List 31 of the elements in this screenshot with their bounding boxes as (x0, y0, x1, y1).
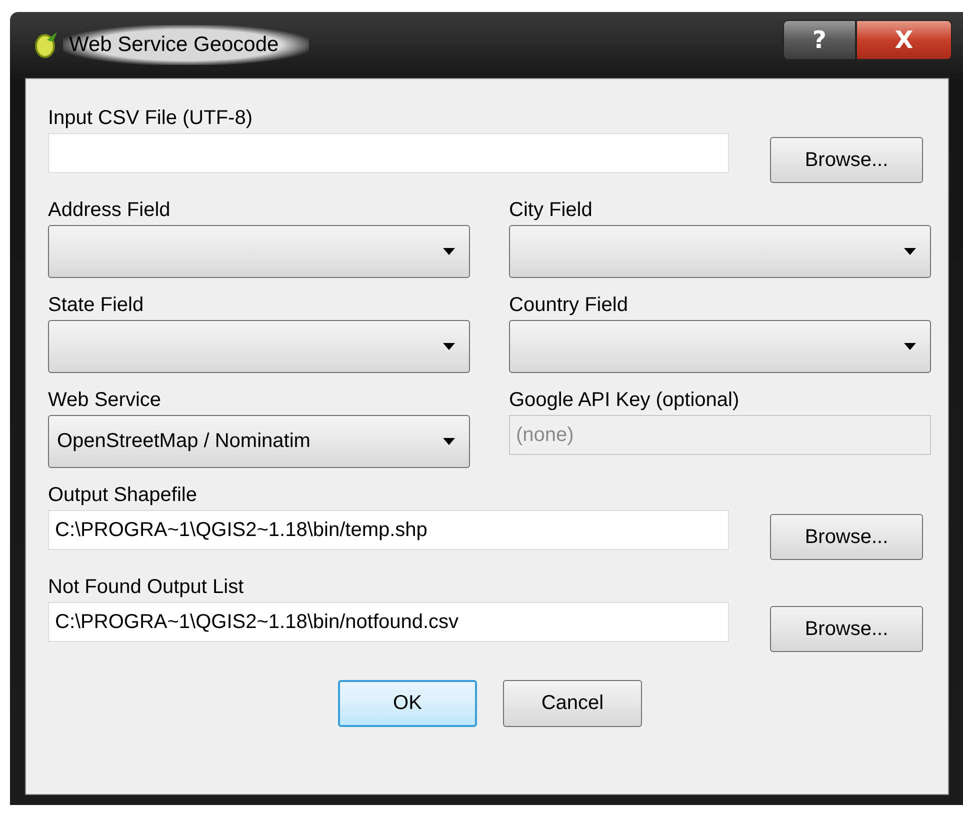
window-title: Web Service Geocode (63, 25, 309, 65)
dropdown[interactable] (509, 225, 931, 278)
field-label: Web Service (48, 388, 162, 413)
dropdown[interactable] (48, 225, 470, 278)
close-button[interactable]: X (856, 20, 952, 60)
ok-button[interactable]: OK (338, 680, 477, 727)
field-label: City Field (509, 198, 594, 223)
browse-button[interactable]: Browse... (770, 137, 923, 183)
path-field[interactable]: C:\PROGRA~1\QGIS2~1.18\bin/notfound.csv (48, 602, 729, 642)
field-label: Not Found Output List (48, 575, 245, 600)
path-field[interactable] (48, 133, 729, 173)
field-label: Country Field (509, 293, 629, 318)
dropdown[interactable] (48, 320, 470, 373)
dropdown[interactable]: OpenStreetMap / Nominatim (48, 415, 470, 468)
caret-icon (904, 343, 916, 350)
field-label: State Field (48, 293, 145, 318)
path-field[interactable]: C:\PROGRA~1\QGIS2~1.18\bin/temp.shp (48, 510, 729, 550)
field-label: Address Field (48, 198, 172, 223)
caret-icon (443, 248, 455, 255)
caret-icon (904, 248, 916, 255)
field-label: Google API Key (optional) (509, 388, 740, 413)
cancel-button[interactable]: Cancel (503, 680, 642, 727)
caret-icon (443, 438, 455, 445)
help-button[interactable]: ? (783, 20, 856, 60)
browse-button[interactable]: Browse... (770, 606, 923, 652)
field-label: Output Shapefile (48, 483, 198, 508)
browse-button[interactable]: Browse... (770, 514, 923, 560)
leaf-icon (33, 30, 59, 60)
dropdown[interactable] (509, 320, 931, 373)
caret-icon (443, 343, 455, 350)
field-label: Input CSV File (UTF-8) (48, 106, 254, 131)
